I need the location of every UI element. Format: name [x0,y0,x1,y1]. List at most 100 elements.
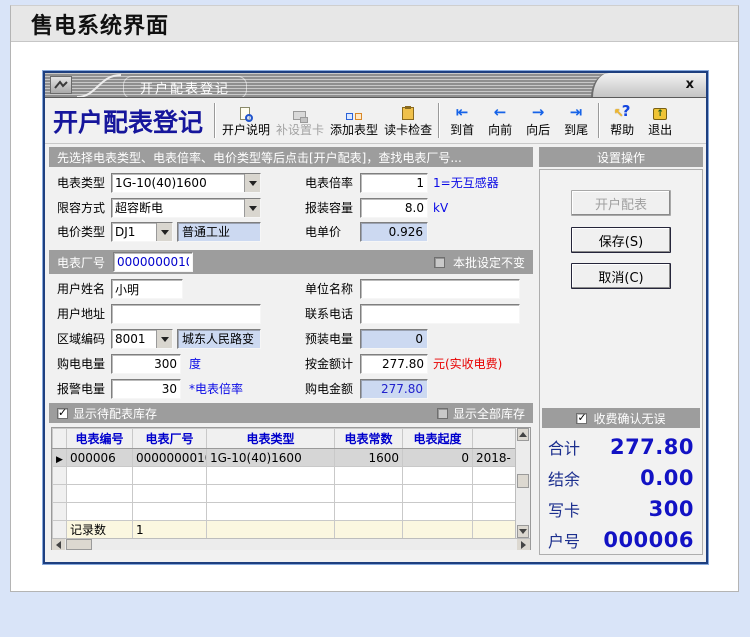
address-input[interactable] [111,304,261,324]
add-meter-type-button[interactable]: 添加表型 [327,99,381,142]
alarm-energy-input[interactable] [111,379,181,399]
limit-mode-select[interactable]: 超容断电 [111,198,261,218]
phone-input[interactable] [360,304,520,324]
form-row-price-type: 电价类型 DJ1 普通工业 电单价 0.926 [49,222,533,242]
set-card-button[interactable]: 补设置卡 [273,99,327,142]
cell-factory-no: 0000000010 [132,448,207,467]
alarm-energy-hint: *电表倍率 [189,382,244,396]
show-all-checkbox[interactable] [436,407,448,419]
add-meter-type-label: 添加表型 [330,123,379,137]
unit-price-value: 0.926 [360,222,428,242]
balance-value: 0.00 [640,466,694,490]
scroll-up-icon[interactable] [517,428,529,441]
purchase-amount-label: 购电金额 [305,382,354,396]
help-button[interactable]: ↖? 帮助 [603,99,641,142]
area-code-desc: 城东人民路变 [177,329,261,349]
preset-energy-value: 0 [360,329,428,349]
meter-type-label: 电表类型 [57,176,106,190]
vertical-scrollbar[interactable] [515,428,530,538]
user-name-input[interactable] [111,279,183,299]
batch-fixed-label: 本批设定不变 [452,255,525,270]
cell-date: 2018- [472,448,517,467]
go-last-button[interactable]: ⇥ 到尾 [557,99,595,142]
go-next-label: 向后 [526,123,551,137]
save-button[interactable]: 保存(S) [571,227,671,253]
area-code-label: 区域编码 [57,332,106,346]
col-meter-type[interactable]: 电表类型 [206,428,335,449]
factory-no-input[interactable] [113,252,194,272]
add-type-icon [346,103,363,120]
chevron-down-icon[interactable] [156,223,172,241]
by-amount-input[interactable] [360,354,428,374]
summary-row-account-no: 户号 000006 [548,525,694,555]
read-card-check-button[interactable]: 读卡检查 [381,99,435,142]
col-factory-no[interactable]: 电表厂号 [132,428,207,449]
purchase-energy-input[interactable] [111,354,181,374]
col-constant[interactable]: 电表常数 [334,428,403,449]
record-count-value: 1 [132,520,207,539]
org-name-input[interactable] [360,279,520,299]
factory-no-label: 电表厂号 [57,255,106,270]
titlebar-swoosh-icon [77,74,121,97]
chevron-down-icon[interactable] [244,174,260,192]
area-code-select[interactable]: 8001 [111,329,173,349]
vertical-scroll-thumb[interactable] [517,474,529,488]
go-next-button[interactable]: → 向后 [519,99,557,142]
address-label: 用户地址 [57,307,106,321]
first-record-icon: ⇤ [455,103,469,121]
next-record-icon: → [531,103,545,121]
form-row-address: 用户地址 联系电话 [49,304,533,324]
area-code-value: 8001 [115,332,146,346]
col-extra[interactable] [472,428,517,449]
page-header: 售电系统界面 [11,6,738,42]
meter-ratio-input[interactable] [360,173,428,193]
price-type-select[interactable]: DJ1 [111,222,173,242]
chevron-down-icon[interactable] [156,330,172,348]
meter-ratio-hint: 1=无互感器 [433,176,499,190]
titlebar[interactable]: 开户配表登记 x [45,73,706,98]
exit-button[interactable]: ↑ 退出 [641,99,679,142]
form-row-area-code: 区域编码 8001 城东人民路变 预装电量 0 [49,329,533,349]
summary-row-write-card: 写卡 300 [548,494,694,524]
summary-row-balance: 结余 0.00 [548,463,694,493]
window-icon [50,76,72,94]
meter-type-select[interactable]: 1G-10(40)1600 [111,173,261,193]
cancel-button[interactable]: 取消(C) [571,263,671,289]
scroll-left-icon[interactable] [52,539,65,550]
batch-fixed-checkbox[interactable] [433,256,445,268]
col-meter-no[interactable]: 电表编号 [66,428,133,449]
table-empty-row [52,484,517,503]
exit-icon: ↑ [653,103,668,120]
stock-filter-bar: 显示待配表库存 显示全部库存 [49,403,533,423]
fee-confirm-checkbox[interactable] [576,411,588,424]
table-row[interactable]: ▶ 000006 0000000010 1G-10(40)1600 1600 0… [52,448,517,467]
show-all-label: 显示全部库存 [452,406,525,421]
scroll-down-icon[interactable] [517,525,529,538]
phone-label: 联系电话 [305,307,354,321]
close-icon[interactable]: x [686,77,694,93]
scroll-right-icon[interactable] [517,539,530,550]
factory-no-bar: 电表厂号 本批设定不变 [49,250,533,274]
limit-mode-label: 限容方式 [57,201,106,215]
read-card-check-label: 读卡检查 [384,123,433,137]
horizontal-scrollbar[interactable] [52,538,530,550]
document-search-icon [239,103,253,122]
panel-title-text: 设置操作 [596,150,645,165]
open-help-button[interactable]: 开户说明 [219,99,273,142]
summary-row-total: 合计 277.80 [548,432,694,462]
account-no-value: 000006 [603,528,694,552]
go-prev-button[interactable]: ← 向前 [481,99,519,142]
show-pending-checkbox[interactable] [57,406,68,419]
panel-title-bar: 设置操作 [539,147,703,167]
capacity-input[interactable] [360,198,428,218]
chevron-down-icon[interactable] [244,199,260,217]
stock-table[interactable]: 电表编号 电表厂号 电表类型 电表常数 电表起度 ▶ 000006 000000… [52,428,517,539]
unit-price-label: 电单价 [305,225,342,239]
open-account-config-button[interactable]: 开户配表 [571,190,671,216]
help-label: 帮助 [610,123,635,137]
form-row-meter-type: 电表类型 1G-10(40)1600 电表倍率 1=无互感器 [49,173,533,193]
horizontal-scroll-thumb[interactable] [66,539,92,550]
col-start-reading[interactable]: 电表起度 [402,428,473,449]
go-first-button[interactable]: ⇤ 到首 [443,99,481,142]
meter-ratio-label: 电表倍率 [305,176,354,190]
